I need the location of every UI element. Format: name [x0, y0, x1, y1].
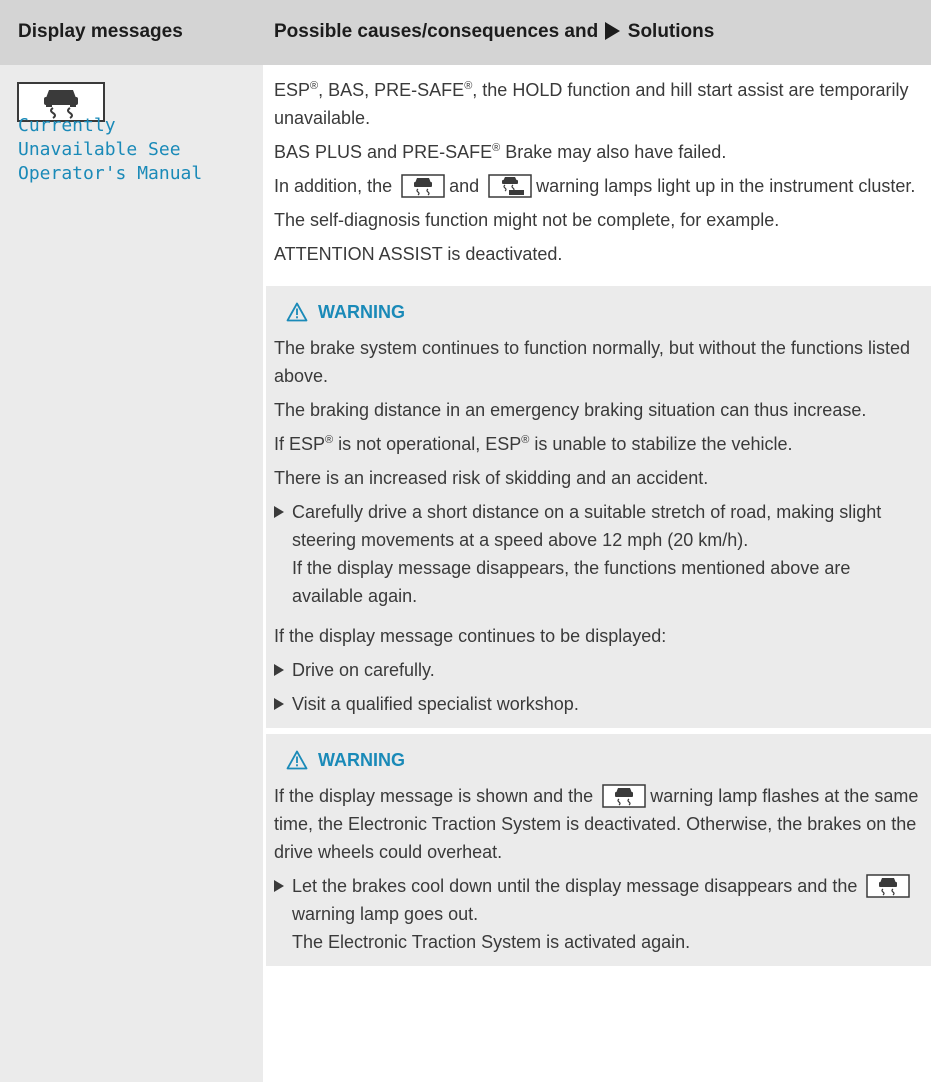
manual-page: Display messages Possible causes/consequ… [0, 0, 931, 1082]
warning1-p5: If the display message continues to be d… [274, 626, 667, 646]
instruction-step-3: Visit a qualified specialist workshop. [274, 690, 923, 718]
header-solutions-text: Solutions [627, 21, 715, 42]
esp-warning-lamp-icon [602, 784, 646, 808]
text-if-shown: If the display message is shown and the [274, 786, 594, 806]
intro-line-1: ESP®, BAS, PRE-SAFE®, the HOLD function … [274, 76, 931, 132]
header-causes-text: Possible causes/consequences and [274, 21, 599, 42]
instruction-step-1: Carefully drive a short distance on a su… [274, 498, 923, 610]
header-display-messages: Display messages [18, 21, 183, 42]
display-message-text: Currently Unavailable See Operator's Man… [18, 115, 203, 184]
table-header: Display messages Possible causes/consequ… [0, 0, 931, 65]
header-causes-solutions: Possible causes/consequences and Solutio… [274, 21, 714, 43]
causes-content: ESP®, BAS, PRE-SAFE®, the HOLD function … [266, 76, 931, 966]
text-in-addition: In addition, the [274, 176, 393, 196]
warning-heading-2: WARNING [274, 746, 923, 774]
instruction-step-2: Drive on carefully. [274, 656, 923, 684]
step-1-text: Carefully drive a short distance on a su… [292, 502, 882, 550]
reg-mark: ® [492, 142, 501, 154]
warning1-p3: If ESP® is not operational, ESP® is unab… [274, 430, 923, 458]
intro-line-2: BAS PLUS and PRE-SAFE® Brake may also ha… [274, 138, 931, 166]
step-arrow-icon [274, 664, 284, 676]
text-unable-stabilize: is unable to stabilize the vehicle. [529, 434, 793, 454]
warning-triangle-icon [286, 302, 308, 322]
warning-box-2: WARNING If the display message is shown … [266, 734, 931, 966]
warning-title-2: WARNING [318, 750, 405, 770]
esp-warning-lamp-icon [401, 174, 445, 198]
intro-line-5: ATTENTION ASSIST is deactivated. [274, 244, 563, 264]
display-message-column [0, 65, 263, 1082]
warning-triangle-icon [286, 750, 308, 770]
intro-line-4: The self-diagnosis function might not be… [274, 210, 780, 230]
step-4-result: The Electronic Traction System is activa… [292, 932, 691, 952]
intro-line-3: In addition, the and warning lamps light… [274, 172, 931, 200]
text-bas-plus: BAS PLUS and PRE-SAFE [274, 142, 493, 162]
text-lamp-goes-out: warning lamp goes out. [292, 904, 479, 924]
warning1-p4: There is an increased risk of skidding a… [274, 468, 709, 488]
solution-arrow-icon [605, 22, 621, 40]
text-esp: ESP [274, 80, 311, 100]
text-brake-failed: Brake may also have failed. [500, 142, 727, 162]
step-3-text: Visit a qualified specialist workshop. [292, 694, 579, 714]
instruction-step-4: Let the brakes cool down until the displ… [274, 872, 923, 956]
warning1-p1: The brake system continues to function n… [274, 338, 910, 386]
text-warning-lamps: warning lamps light up in the instrument… [536, 176, 916, 196]
text-bas: , BAS, PRE-SAFE [318, 80, 465, 100]
warning-heading-1: WARNING [274, 298, 923, 326]
reg-mark: ® [325, 434, 334, 446]
step-arrow-icon [274, 506, 284, 518]
warning2-p1: If the display message is shown and the … [274, 782, 923, 866]
step-1-result: If the display message disappears, the f… [292, 558, 851, 606]
esp-off-warning-lamp-icon [488, 174, 532, 198]
step-4-text: Let the brakes cool down until the displ… [292, 872, 923, 928]
esp-warning-lamp-icon [866, 874, 911, 898]
warning-title-1: WARNING [318, 302, 405, 322]
step-arrow-icon [274, 880, 284, 892]
warning1-p2: The braking distance in an emergency bra… [274, 400, 867, 420]
step-arrow-icon [274, 698, 284, 710]
text-and: and [449, 176, 480, 196]
step-2-text: Drive on carefully. [292, 660, 435, 680]
warning-box-1: WARNING The brake system continues to fu… [266, 286, 931, 728]
reg-mark: ® [310, 80, 319, 92]
text-not-operational: is not operational, ESP [333, 434, 522, 454]
text-let-brakes-cool: Let the brakes cool down until the displ… [292, 876, 858, 896]
text-if-esp: If ESP [274, 434, 326, 454]
